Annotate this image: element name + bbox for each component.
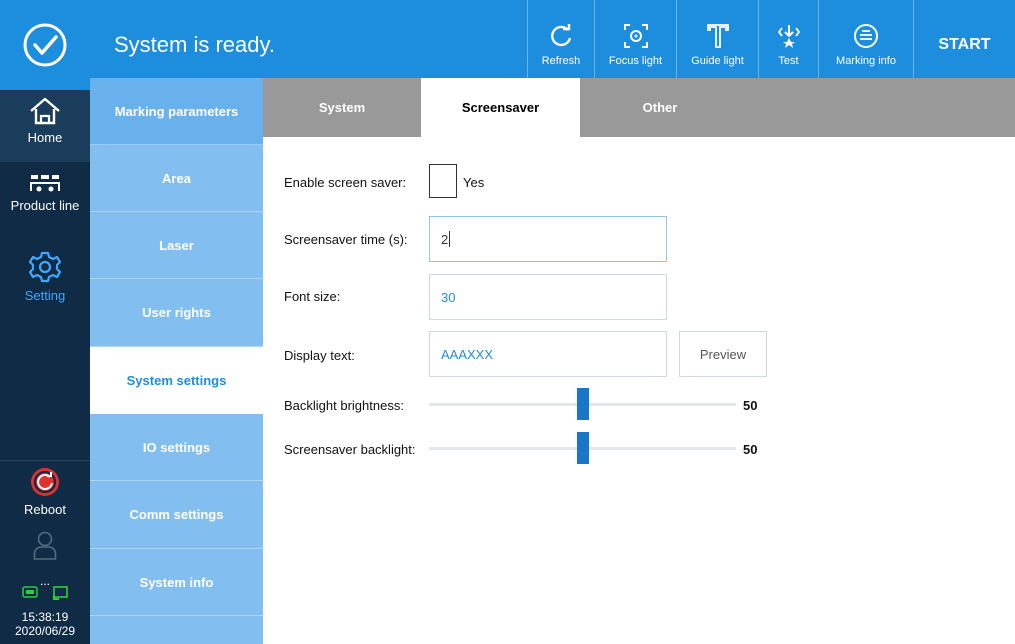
guide-light-icon — [706, 24, 729, 48]
focus-light-label: Focus light — [608, 55, 663, 67]
nav-reboot-label: Reboot — [24, 502, 66, 517]
menu-system-info[interactable]: System info — [90, 549, 263, 616]
backlight-brightness-thumb[interactable] — [576, 388, 589, 420]
user-icon — [33, 531, 57, 560]
display-text-input[interactable]: AAAXXX — [429, 331, 667, 377]
backlight-brightness-label: Backlight brightness: — [284, 398, 404, 413]
clock: 15:38:19 2020/06/29 — [0, 610, 90, 638]
nav-setting-label: Setting — [24, 288, 66, 303]
top-bar: System is ready. Refresh Focus light Gui… — [0, 0, 1015, 90]
nav-user[interactable] — [0, 530, 90, 570]
display-text-label: Display text: — [284, 348, 355, 363]
usb-icon — [22, 586, 38, 598]
font-size-label: Font size: — [284, 289, 341, 304]
home-icon — [30, 97, 60, 125]
nav-product-line-label: Product line — [10, 198, 80, 213]
status-indicator — [0, 0, 90, 90]
network-icon — [53, 586, 68, 600]
marking-info-label: Marking info — [836, 55, 896, 67]
nav-setting[interactable]: Setting — [0, 248, 90, 320]
tab-screensaver[interactable]: Screensaver — [421, 78, 580, 137]
screensaver-backlight-value: 50 — [743, 442, 758, 457]
preview-button[interactable]: Preview — [679, 331, 767, 377]
marking-info-icon — [854, 24, 878, 48]
nav-divider — [0, 460, 90, 461]
enable-screensaver-option: Yes — [463, 175, 485, 190]
test-label: Test — [778, 55, 799, 67]
focus-light-button[interactable]: Focus light — [594, 0, 676, 90]
gear-icon — [28, 251, 62, 283]
text-caret — [449, 231, 451, 247]
refresh-icon — [551, 24, 572, 47]
nav-home-label: Home — [27, 130, 63, 145]
app-window: System is ready. Refresh Focus light Gui… — [0, 0, 1015, 644]
menu-system-settings[interactable]: System settings — [90, 347, 263, 414]
menu-laser[interactable]: Laser — [90, 212, 263, 279]
screensaver-time-label: Screensaver time (s): — [284, 232, 408, 247]
status-text: System is ready. — [114, 32, 275, 57]
enable-screensaver-label: Enable screen saver: — [284, 175, 407, 190]
enable-screensaver-checkbox[interactable] — [429, 164, 457, 198]
menu-user-rights[interactable]: User rights — [90, 279, 263, 347]
screensaver-panel: Enable screen saver: Yes Screensaver tim… — [263, 137, 1015, 644]
display-text-value: AAAXXX — [441, 346, 494, 362]
menu-comm-settings[interactable]: Comm settings — [90, 481, 263, 549]
refresh-button[interactable]: Refresh — [527, 0, 594, 90]
start-button[interactable]: START — [913, 0, 1015, 90]
menu-marking-parameters[interactable]: Marking parameters — [90, 78, 263, 145]
check-circle-icon — [23, 23, 67, 67]
test-button[interactable]: Test — [758, 0, 818, 90]
screensaver-backlight-thumb[interactable] — [576, 432, 589, 464]
menu-io-settings[interactable]: IO settings — [90, 414, 263, 481]
screensaver-time-value: 2 — [441, 231, 449, 247]
nav-product-line[interactable]: Product line — [0, 166, 90, 232]
screensaver-backlight-label: Screensaver backlight: — [284, 442, 416, 457]
main-nav: Home Product line Setting Reboot ... 15:… — [0, 90, 90, 644]
device-status — [0, 586, 90, 600]
settings-menu: Marking parameters Area Laser User right… — [90, 78, 263, 644]
refresh-label: Refresh — [541, 55, 581, 67]
focus-light-icon — [623, 24, 648, 48]
screensaver-time-input[interactable]: 2 — [429, 216, 667, 262]
guide-light-button[interactable]: Guide light — [676, 0, 758, 90]
nav-home[interactable]: Home — [0, 90, 90, 162]
nav-reboot[interactable]: Reboot — [0, 466, 90, 526]
test-icon — [777, 25, 800, 48]
clock-date: 2020/06/29 — [14, 624, 76, 638]
tab-bar: System Screensaver Other — [263, 78, 1015, 137]
product-line-icon — [30, 175, 60, 192]
font-size-input[interactable]: 30 — [429, 274, 667, 320]
clock-time: 15:38:19 — [21, 610, 69, 624]
font-size-value: 30 — [441, 289, 456, 305]
backlight-brightness-value: 50 — [743, 398, 758, 413]
marking-info-button[interactable]: Marking info — [818, 0, 913, 90]
guide-light-label: Guide light — [691, 55, 744, 67]
reboot-icon — [31, 468, 59, 496]
menu-area[interactable]: Area — [90, 145, 263, 212]
tab-system[interactable]: System — [263, 78, 421, 137]
tab-other[interactable]: Other — [580, 78, 740, 137]
